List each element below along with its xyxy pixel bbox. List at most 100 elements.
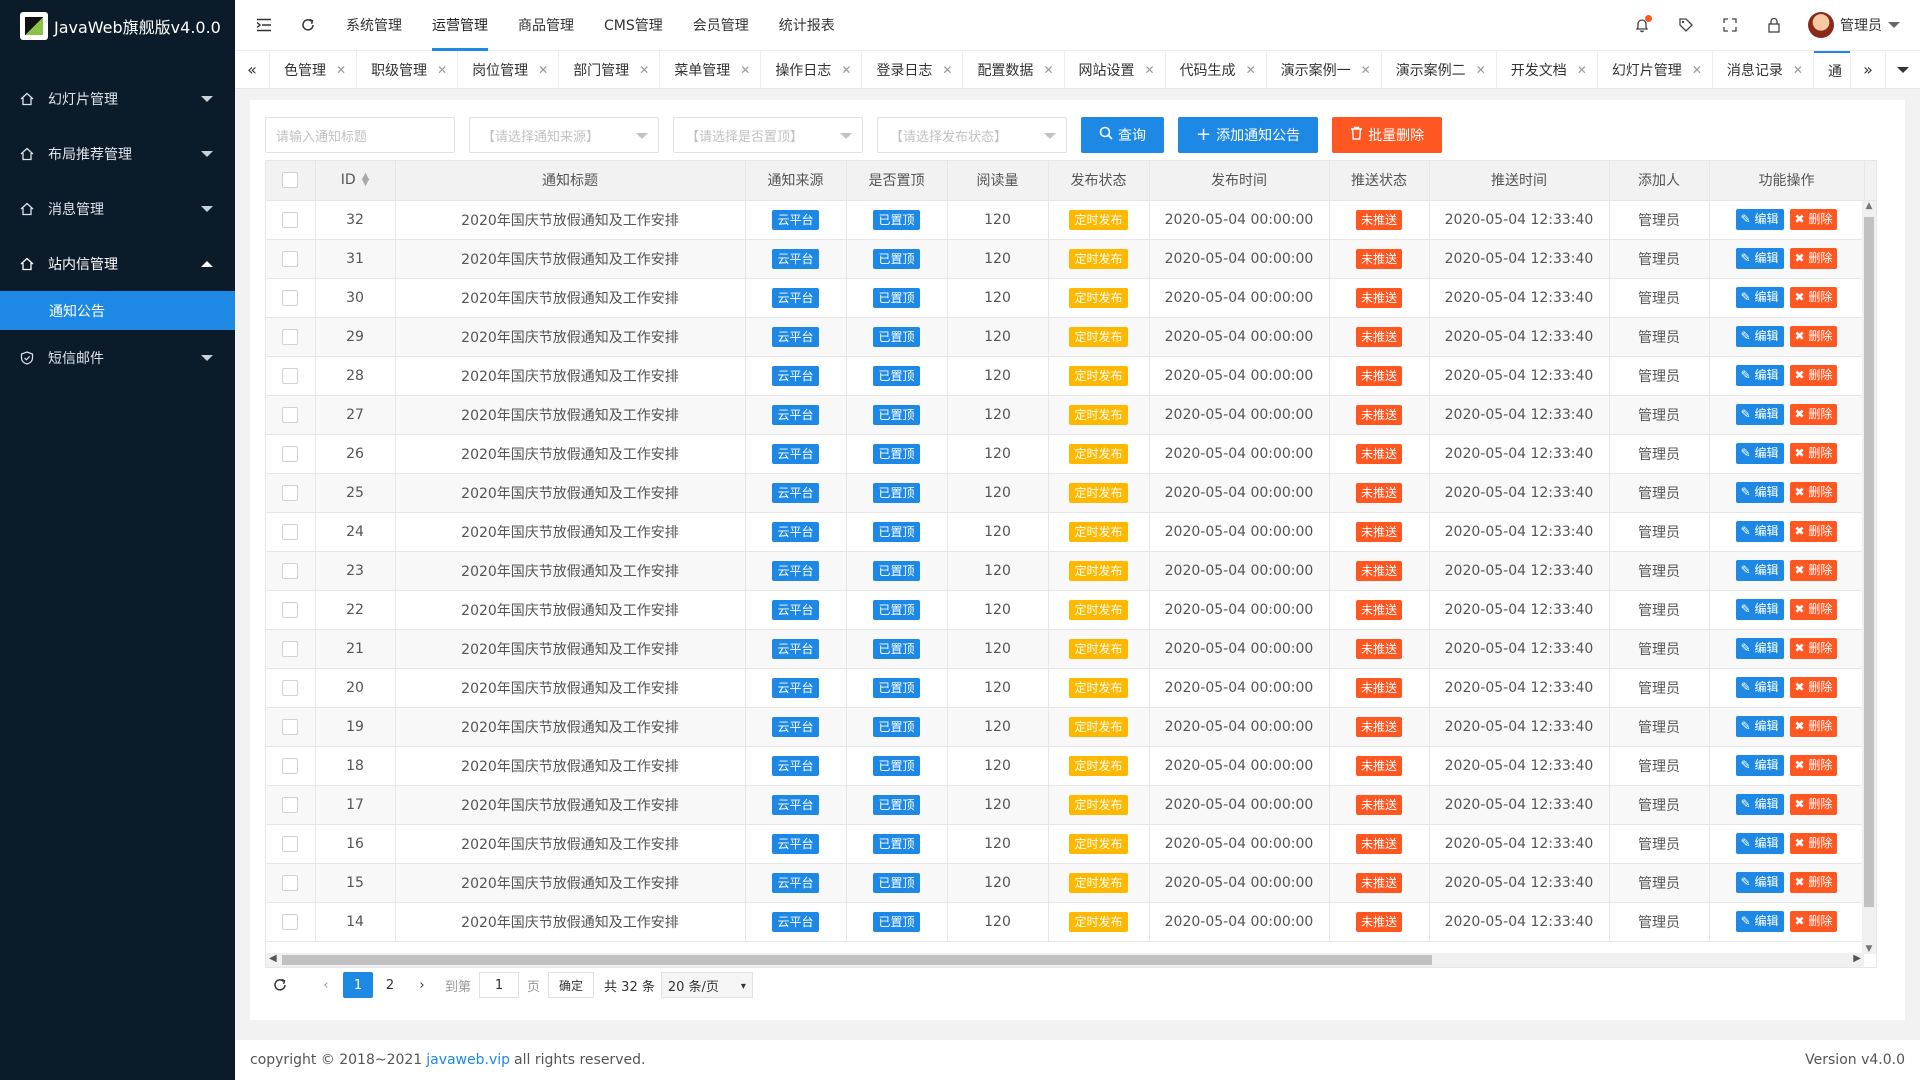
goto-confirm-button[interactable]: 确定 [548,972,595,998]
tab-slides[interactable]: 幻灯片管理 ✕ [1598,51,1713,88]
row-select-cell[interactable] [266,200,316,240]
tabs-prev-icon[interactable]: « [235,51,270,88]
tab-oplog[interactable]: 操作日志 ✕ [761,51,863,88]
tab-codegen[interactable]: 代码生成 ✕ [1166,51,1267,88]
tab-loginlog[interactable]: 登录日志 ✕ [862,51,964,88]
row-select-cell[interactable] [266,395,316,435]
edit-button[interactable]: ✎ 编辑 [1735,911,1784,932]
page-size-select[interactable]: 20 条/页 ▾ [660,972,753,998]
delete-button[interactable]: ✖ 删除 [1789,677,1838,698]
sidebar-item-slides[interactable]: 幻灯片管理 [0,71,235,126]
row-checkbox[interactable] [282,406,299,423]
delete-button[interactable]: ✖ 删除 [1789,287,1838,308]
edit-button[interactable]: ✎ 编辑 [1735,599,1784,620]
row-select-cell[interactable] [266,707,316,747]
row-checkbox[interactable] [282,445,299,462]
edit-button[interactable]: ✎ 编辑 [1735,794,1784,815]
row-checkbox[interactable] [282,640,299,657]
lock-icon[interactable] [1752,17,1796,33]
row-checkbox[interactable] [282,484,299,501]
topnav-report[interactable]: 统计报表 [764,0,850,51]
row-select-cell[interactable] [266,590,316,630]
row-select-cell[interactable] [266,239,316,279]
delete-button[interactable]: ✖ 删除 [1789,911,1838,932]
row-checkbox[interactable] [282,367,299,384]
next-page-icon[interactable]: › [407,972,437,998]
sidebar-item-layout[interactable]: 布局推荐管理 [0,126,235,181]
delete-button[interactable]: ✖ 删除 [1789,482,1838,503]
horizontal-scrollbar[interactable]: ◀ ▶ [266,953,1864,967]
goto-page-input[interactable]: 1 [479,972,520,998]
close-icon[interactable]: ✕ [740,63,750,77]
edit-button[interactable]: ✎ 编辑 [1735,521,1784,542]
select-all-header[interactable] [266,161,316,201]
close-icon[interactable]: ✕ [336,63,346,77]
status-select[interactable]: 【请选择发布状态】 [877,117,1067,153]
row-checkbox[interactable] [282,835,299,852]
edit-button[interactable]: ✎ 编辑 [1735,833,1784,854]
delete-button[interactable]: ✖ 删除 [1789,521,1838,542]
tab-position[interactable]: 岗位管理 ✕ [458,51,560,88]
vertical-scrollbar[interactable]: ▲ ▼ [1862,201,1876,954]
row-select-cell[interactable] [266,629,316,669]
tag-icon[interactable] [1664,17,1708,33]
topnav-goods[interactable]: 商品管理 [503,0,589,51]
delete-button[interactable]: ✖ 删除 [1789,560,1838,581]
row-select-cell[interactable] [266,278,316,318]
source-select[interactable]: 【请选择通知来源】 [469,117,659,153]
title-search-input[interactable]: 请输入通知标题 [265,117,455,153]
menu-toggle-icon[interactable] [249,10,279,40]
close-icon[interactable]: ✕ [1145,63,1155,77]
row-select-cell[interactable] [266,785,316,825]
top-select[interactable]: 【请选择是否置顶】 [673,117,863,153]
delete-button[interactable]: ✖ 删除 [1789,872,1838,893]
page-2[interactable]: 2 [375,972,405,998]
page-1[interactable]: 1 [343,972,373,998]
app-logo[interactable]: JavaWeb旗舰版v4.0.0 [0,0,235,51]
add-notice-button[interactable]: + 添加通知公告 [1178,117,1319,153]
delete-button[interactable]: ✖ 删除 [1789,443,1838,464]
scroll-right-icon[interactable]: ▶ [1853,953,1861,964]
row-select-cell[interactable] [266,746,316,786]
row-checkbox[interactable] [282,328,299,345]
close-icon[interactable]: ✕ [1361,63,1371,77]
tab-dept[interactable]: 部门管理 ✕ [559,51,661,88]
close-icon[interactable]: ✕ [1577,63,1587,77]
scrollbar-thumb[interactable] [282,955,1432,965]
row-select-cell[interactable] [266,863,316,903]
close-icon[interactable]: ✕ [841,63,851,77]
scroll-up-icon[interactable]: ▲ [1862,201,1876,211]
tabs-more-icon[interactable] [1885,51,1920,88]
scroll-down-icon[interactable]: ▼ [1862,944,1876,954]
topnav-cms[interactable]: CMS管理 [589,0,678,51]
row-select-cell[interactable] [266,356,316,396]
sidebar-item-message[interactable]: 消息管理 [0,181,235,236]
tab-notice[interactable]: 通 [1813,51,1850,88]
row-checkbox[interactable] [282,562,299,579]
sort-icon[interactable]: ▲ ▼ [362,172,370,188]
refresh-icon[interactable] [293,10,323,40]
row-checkbox[interactable] [282,211,299,228]
sidebar-item-sms-email[interactable]: 短信邮件 [0,330,235,385]
row-select-cell[interactable] [266,512,316,552]
reload-icon[interactable] [265,972,295,998]
delete-button[interactable]: ✖ 删除 [1789,755,1838,776]
sidebar-item-notice[interactable]: 通知公告 [0,291,235,330]
edit-button[interactable]: ✎ 编辑 [1735,677,1784,698]
row-select-cell[interactable] [266,551,316,591]
row-checkbox[interactable] [282,523,299,540]
sidebar-item-site-mail[interactable]: 站内信管理 [0,236,235,291]
tabs-next-icon[interactable]: » [1850,51,1885,88]
edit-button[interactable]: ✎ 编辑 [1735,443,1784,464]
fullscreen-icon[interactable] [1708,18,1752,32]
edit-button[interactable]: ✎ 编辑 [1735,404,1784,425]
col-id[interactable]: ID ▲ ▼ [315,161,396,201]
delete-button[interactable]: ✖ 删除 [1789,599,1838,620]
tab-role[interactable]: 色管理 ✕ [270,51,358,88]
delete-button[interactable]: ✖ 删除 [1789,638,1838,659]
row-checkbox[interactable] [282,289,299,306]
row-select-cell[interactable] [266,902,316,942]
scrollbar-thumb[interactable] [1864,217,1874,907]
row-select-cell[interactable] [266,473,316,513]
topnav-member[interactable]: 会员管理 [678,0,764,51]
